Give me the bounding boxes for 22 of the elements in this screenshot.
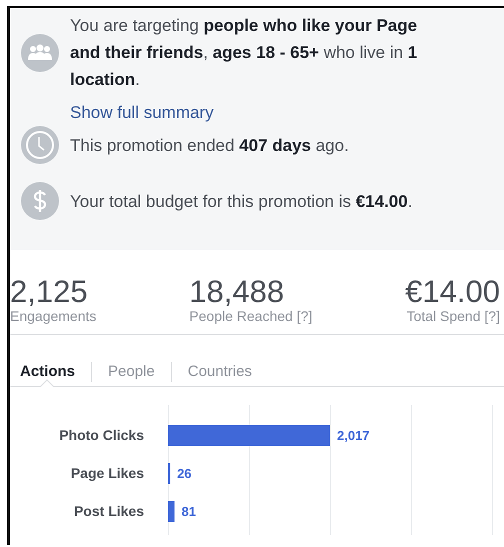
- tab[interactable]: Actions: [20, 362, 92, 382]
- category-label: Photo Clicks: [59, 427, 144, 443]
- show-summary-link[interactable]: Show full summary: [70, 99, 214, 126]
- value-label: 2,017: [337, 428, 370, 443]
- stat-value: 2,125: [10, 276, 89, 308]
- category-label: Page Likes: [70, 465, 144, 481]
- stat-label: Total Spend [?]: [406, 308, 500, 324]
- bar: [168, 501, 174, 522]
- stat-value: €14.00: [405, 276, 500, 308]
- clock-icon: [21, 126, 59, 164]
- summary-text: Your total budget for this promotion is €14.00.: [70, 190, 414, 212]
- category-label: Post Likes: [74, 503, 144, 519]
- bar: [168, 463, 170, 484]
- value-label: 81: [182, 504, 196, 519]
- summary-text: You are targeting people who like your Page and their friends, ages 18 - 65+ who live in 1 location.: [70, 15, 418, 91]
- stat-value: 18,488: [189, 276, 286, 308]
- dollar-icon: [21, 182, 59, 220]
- people-icon: [21, 34, 59, 72]
- stat-label: People Reached [?]: [189, 308, 312, 324]
- value-label: 26: [177, 466, 192, 481]
- stat-label: Engagements: [10, 308, 96, 324]
- summary-text: This promotion ended 407 days ago.: [70, 134, 350, 156]
